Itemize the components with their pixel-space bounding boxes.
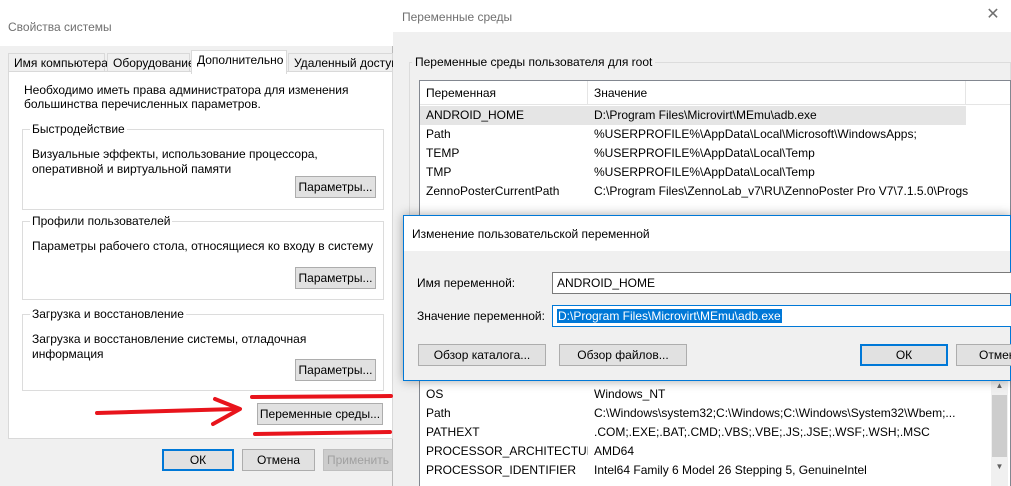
variable-value-cell: C:\Program Files\ZennoLab_v7\RU\ZennoPos… bbox=[594, 184, 969, 198]
variable-name-cell: PROCESSOR_ARCHITECTURE bbox=[426, 444, 588, 458]
edit-user-variable-dialog: Изменение пользовательской переменной Им… bbox=[403, 215, 1011, 381]
variable-name-input[interactable]: ANDROID_HOME bbox=[552, 272, 1011, 294]
performance-settings-button[interactable]: Параметры... bbox=[295, 176, 376, 198]
user-profiles-group-title: Профили пользователей bbox=[30, 214, 173, 228]
user-profiles-settings-button[interactable]: Параметры... bbox=[295, 267, 376, 289]
edit-ok-button[interactable]: ОК bbox=[860, 344, 948, 366]
startup-recovery-description: Загрузка и восстановление системы, отлад… bbox=[32, 332, 307, 361]
user-variables-list[interactable]: Переменная Значение ANDROID_HOME D:\Prog… bbox=[419, 80, 1011, 220]
tab-remote[interactable]: Удаленный доступ bbox=[288, 53, 398, 73]
user-profiles-group: Профили пользователей Параметры рабочего… bbox=[22, 214, 384, 300]
table-row[interactable]: PROCESSOR_IDENTIFIER Intel64 Family 6 Mo… bbox=[420, 461, 1010, 480]
environment-variables-button[interactable]: Переменные среды... bbox=[257, 403, 383, 425]
table-row[interactable]: OS Windows_NT bbox=[420, 385, 1010, 404]
performance-group-title: Быстродействие bbox=[30, 122, 127, 136]
system-properties-title: Свойства системы bbox=[8, 20, 112, 34]
user-variables-title: Переменные среды пользователя для root bbox=[412, 55, 656, 69]
selected-value-text: D:\Program Files\Microvirt\MEmu\adb.exe bbox=[557, 309, 782, 323]
startup-recovery-settings-button[interactable]: Параметры... bbox=[295, 359, 376, 381]
table-row[interactable]: ANDROID_HOME D:\Program Files\Microvirt\… bbox=[420, 106, 966, 125]
edit-dialog-titlebar[interactable]: Изменение пользовательской переменной bbox=[404, 216, 1010, 251]
edit-cancel-button[interactable]: Отмен bbox=[956, 344, 1011, 366]
environment-variables-titlebar[interactable]: Переменные среды ✕ bbox=[393, 0, 1011, 32]
table-row[interactable]: PATHEXT .COM;.EXE;.BAT;.CMD;.VBS;.VBE;.J… bbox=[420, 423, 1010, 442]
variable-name-cell: Path bbox=[426, 127, 451, 141]
variable-name-cell: TEMP bbox=[426, 146, 460, 160]
variable-value-cell: C:\Windows\system32;C:\Windows;C:\Window… bbox=[594, 406, 956, 420]
variable-value-label: Значение переменной: bbox=[417, 309, 545, 323]
variable-value-cell: %USERPROFILE%\AppData\Local\Temp bbox=[594, 165, 815, 179]
performance-group: Быстродействие Визуальные эффекты, испол… bbox=[22, 122, 384, 210]
screen: Свойства системы Имя компьютера Оборудов… bbox=[0, 0, 1011, 486]
system-properties-window: Свойства системы Имя компьютера Оборудов… bbox=[0, 0, 398, 486]
column-header-variable[interactable]: Переменная bbox=[420, 81, 588, 105]
system-properties-tabs: Имя компьютера Оборудование Дополнительн… bbox=[8, 50, 398, 74]
table-row[interactable]: ZennoPosterCurrentPath C:\Program Files\… bbox=[420, 182, 1010, 201]
admin-note: Необходимо иметь права администратора дл… bbox=[24, 83, 349, 111]
column-header-value[interactable]: Значение bbox=[588, 81, 966, 105]
tab-advanced[interactable]: Дополнительно bbox=[191, 50, 287, 74]
browse-file-button[interactable]: Обзор файлов... bbox=[559, 344, 687, 366]
system-properties-titlebar[interactable]: Свойства системы bbox=[0, 0, 393, 46]
table-row[interactable]: PROCESSOR_ARCHITECTURE AMD64 bbox=[420, 442, 1010, 461]
browse-directory-button[interactable]: Обзор каталога... bbox=[418, 344, 546, 366]
variable-name-cell: OS bbox=[426, 387, 444, 401]
variable-name-cell: ANDROID_HOME bbox=[426, 108, 525, 122]
ok-button[interactable]: ОК bbox=[162, 449, 234, 471]
tab-computer-name[interactable]: Имя компьютера bbox=[8, 53, 108, 73]
variable-name-label: Имя переменной: bbox=[417, 276, 516, 290]
startup-recovery-group: Загрузка и восстановление Загрузка и вос… bbox=[22, 307, 384, 391]
cancel-button[interactable]: Отмена bbox=[242, 449, 315, 471]
variable-name-cell: PATHEXT bbox=[426, 425, 480, 439]
variable-value-cell: D:\Program Files\Microvirt\MEmu\adb.exe bbox=[594, 108, 817, 122]
startup-recovery-group-title: Загрузка и восстановление bbox=[30, 307, 186, 321]
variable-value-cell: .COM;.EXE;.BAT;.CMD;.VBS;.VBE;.JS;.JSE;.… bbox=[594, 425, 930, 439]
scrollbar-thumb[interactable] bbox=[992, 395, 1007, 457]
system-variables-scrollbar[interactable]: ▲ ▼ bbox=[991, 377, 1008, 486]
advanced-tab-page: Необходимо иметь права администратора дл… bbox=[8, 71, 393, 439]
user-variables-header: Переменная Значение bbox=[420, 81, 1010, 105]
edit-dialog-title: Изменение пользовательской переменной bbox=[412, 227, 650, 241]
table-row[interactable]: TMP %USERPROFILE%\AppData\Local\Temp bbox=[420, 163, 1010, 182]
system-variables-list[interactable]: OS Windows_NT Path C:\Windows\system32;C… bbox=[419, 376, 1011, 486]
performance-description: Визуальные эффекты, использование процес… bbox=[32, 147, 318, 176]
tab-hardware[interactable]: Оборудование bbox=[107, 53, 195, 73]
variable-name-cell: Path bbox=[426, 406, 451, 420]
variable-value-cell: AMD64 bbox=[594, 444, 635, 458]
user-profiles-description: Параметры рабочего стола, относящиеся ко… bbox=[32, 239, 374, 253]
table-row[interactable]: Path %USERPROFILE%\AppData\Local\Microso… bbox=[420, 125, 1010, 144]
variable-value-input[interactable]: D:\Program Files\Microvirt\MEmu\adb.exe bbox=[552, 305, 1011, 327]
variable-value-cell: Intel64 Family 6 Model 26 Stepping 5, Ge… bbox=[594, 463, 867, 477]
variable-name-cell: PROCESSOR_IDENTIFIER bbox=[426, 463, 577, 477]
table-row[interactable]: Path C:\Windows\system32;C:\Windows;C:\W… bbox=[420, 404, 1010, 423]
variable-name-cell: TMP bbox=[426, 165, 452, 179]
environment-variables-title: Переменные среды bbox=[402, 10, 513, 24]
table-row[interactable]: TEMP %USERPROFILE%\AppData\Local\Temp bbox=[420, 144, 1010, 163]
apply-button[interactable]: Применить bbox=[323, 449, 393, 471]
variable-value-cell: %USERPROFILE%\AppData\Local\Temp bbox=[594, 146, 815, 160]
scroll-down-arrow-icon[interactable]: ▼ bbox=[991, 458, 1008, 475]
variable-value-cell: Windows_NT bbox=[594, 387, 666, 401]
variable-value-cell: %USERPROFILE%\AppData\Local\Microsoft\Wi… bbox=[594, 127, 917, 141]
variable-name-cell: ZennoPosterCurrentPath bbox=[426, 184, 560, 198]
close-icon[interactable]: ✕ bbox=[983, 5, 1003, 25]
